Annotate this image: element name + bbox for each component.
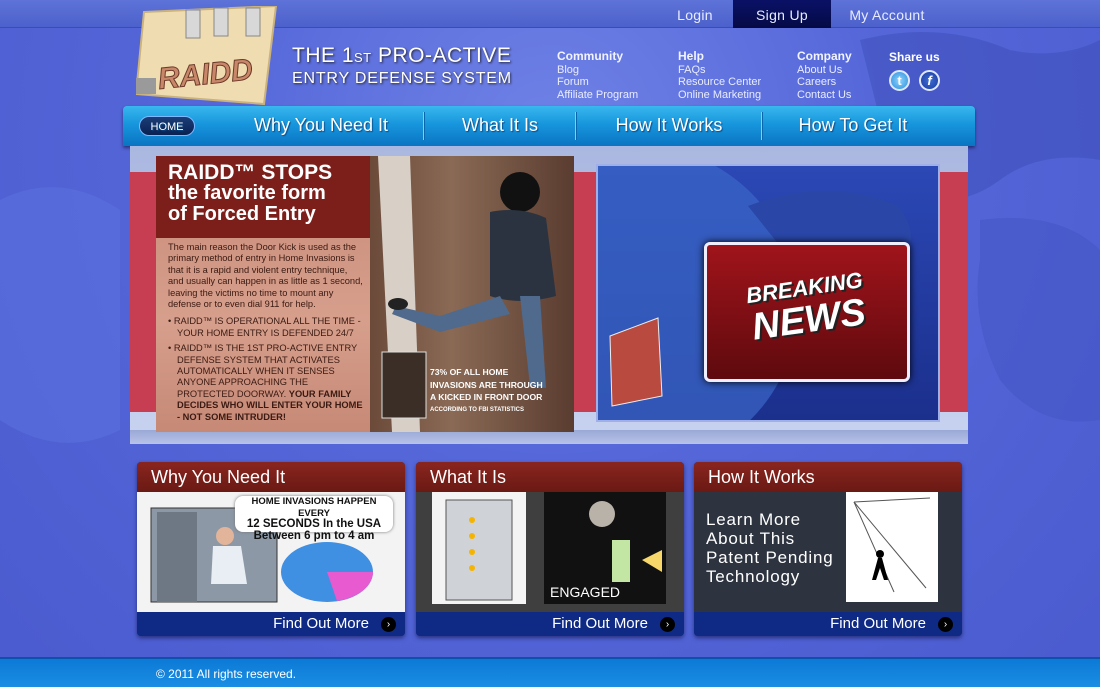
card-why-you-need-it: Why You Need It HOME INVASIONS HAPPEN EV… (137, 462, 405, 636)
careers-link[interactable]: Careers (797, 76, 852, 89)
find-out-more-button[interactable]: Find Out More › (694, 612, 962, 636)
nav-divider (575, 112, 576, 140)
signup-link[interactable]: Sign Up (733, 0, 831, 28)
find-out-more-button[interactable]: Find Out More › (416, 612, 684, 636)
affiliate-program-link[interactable]: Affiliate Program (557, 89, 638, 102)
breaking-news-banner: BREAKING NEWS (704, 242, 910, 382)
contact-us-link[interactable]: Contact Us (797, 89, 852, 102)
nav-home[interactable]: HOME (139, 116, 195, 136)
nav-how-to-get-it[interactable]: How To Get It (763, 106, 943, 146)
promo-headline: RAIDD™ STOPS the favorite form of Forced… (156, 156, 370, 238)
online-marketing-link[interactable]: Online Marketing (678, 89, 761, 102)
card-what-it-is: What It Is ENGAGED Find Out More › (416, 462, 684, 636)
nav-what-it-is[interactable]: What It Is (425, 106, 575, 146)
facebook-icon[interactable]: f (919, 70, 940, 91)
company-links: Company About Us Careers Contact Us (797, 49, 852, 102)
arrow-right-icon: › (660, 617, 675, 632)
breaking-news-video[interactable]: BREAKING NEWS (596, 164, 940, 422)
twitter-icon[interactable]: t (889, 70, 910, 91)
main-nav: HOME Why You Need It What It Is How It W… (123, 106, 975, 146)
find-out-more-button[interactable]: Find Out More › (137, 612, 405, 636)
footer: © 2011 All rights reserved. (0, 657, 1100, 687)
forum-link[interactable]: Forum (557, 76, 638, 89)
about-us-link[interactable]: About Us (797, 64, 852, 77)
login-link[interactable]: Login (660, 0, 730, 28)
card-title: How It Works (694, 462, 962, 492)
arrow-right-icon: › (381, 617, 396, 632)
resource-center-link[interactable]: Resource Center (678, 76, 761, 89)
card-title: Why You Need It (137, 462, 405, 492)
home-invasion-image: HOME INVASIONS HAPPEN EVERY 12 SECONDS I… (137, 492, 405, 612)
copyright-text: © 2011 All rights reserved. (156, 667, 297, 681)
promo-text-panel: RAIDD™ STOPS the favorite form of Forced… (156, 156, 370, 432)
hero-panel: RAIDD™ STOPS the favorite form of Forced… (130, 146, 968, 444)
promo-body: The main reason the Door Kick is used as… (168, 242, 363, 422)
device-diagram-image: ENGAGED (416, 492, 684, 612)
raidd-promo-slide[interactable]: RAIDD™ STOPS the favorite form of Forced… (156, 156, 574, 432)
card-title: What It Is (416, 462, 684, 492)
blog-link[interactable]: Blog (557, 64, 638, 77)
fbi-stat-caption: 73% OF ALL HOME INVASIONS ARE THROUGH A … (430, 367, 543, 413)
nav-how-it-works[interactable]: How It Works (577, 106, 761, 146)
community-links: Community Blog Forum Affiliate Program (557, 49, 639, 102)
statistic-callout: HOME INVASIONS HAPPEN EVERY 12 SECONDS I… (235, 496, 393, 541)
my-account-link[interactable]: My Account (838, 0, 936, 28)
nav-divider (423, 112, 424, 140)
tagline: THE 1ST PRO-ACTIVE ENTRY DEFENSE SYSTEM (292, 44, 512, 87)
patent-drawing-image: Learn More About This Patent Pending Tec… (694, 492, 962, 612)
faqs-link[interactable]: FAQs (678, 64, 761, 77)
card-how-it-works: How It Works Learn More About This Paten… (694, 462, 962, 636)
raidd-logo[interactable]: RAIDD (136, 6, 280, 106)
arrow-right-icon: › (938, 617, 953, 632)
nav-divider (761, 112, 762, 140)
hero-footer-strip (130, 430, 968, 444)
engaged-label: ENGAGED (550, 584, 621, 600)
help-links: Help FAQs Resource Center Online Marketi… (678, 49, 762, 102)
share-us: Share us t f (889, 50, 940, 91)
nav-why-you-need-it[interactable]: Why You Need It (221, 106, 421, 146)
